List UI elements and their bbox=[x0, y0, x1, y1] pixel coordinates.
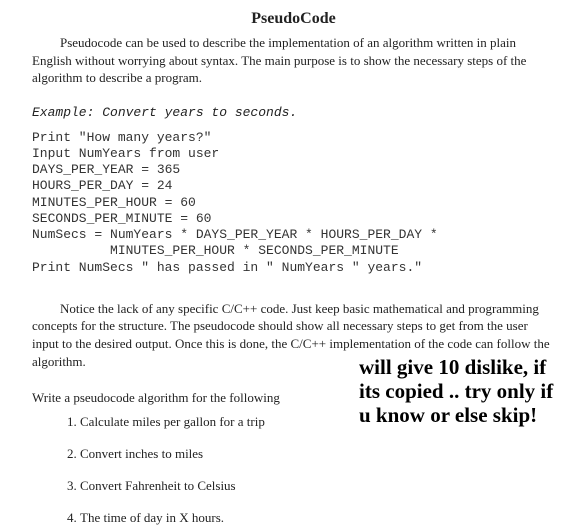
pseudocode-block: Print "How many years?" Input NumYears f… bbox=[32, 130, 555, 276]
document-title: PseudoCode bbox=[32, 10, 555, 28]
task-item-4: The time of day in X hours. bbox=[80, 510, 555, 526]
task-item-2: Convert inches to miles bbox=[80, 446, 555, 462]
task-item-3: Convert Fahrenheit to Celsius bbox=[80, 478, 555, 494]
example-label: Example: Convert years to seconds. bbox=[32, 105, 555, 120]
intro-paragraph: Pseudocode can be used to describe the i… bbox=[32, 34, 555, 87]
document-page: PseudoCode Pseudocode can be used to des… bbox=[0, 0, 581, 510]
overlay-warning-note: will give 10 dislike, if its copied .. t… bbox=[359, 355, 559, 427]
task-list: Calculate miles per gallon for a trip Co… bbox=[32, 414, 555, 526]
intro-text: Pseudocode can be used to describe the i… bbox=[32, 34, 555, 87]
